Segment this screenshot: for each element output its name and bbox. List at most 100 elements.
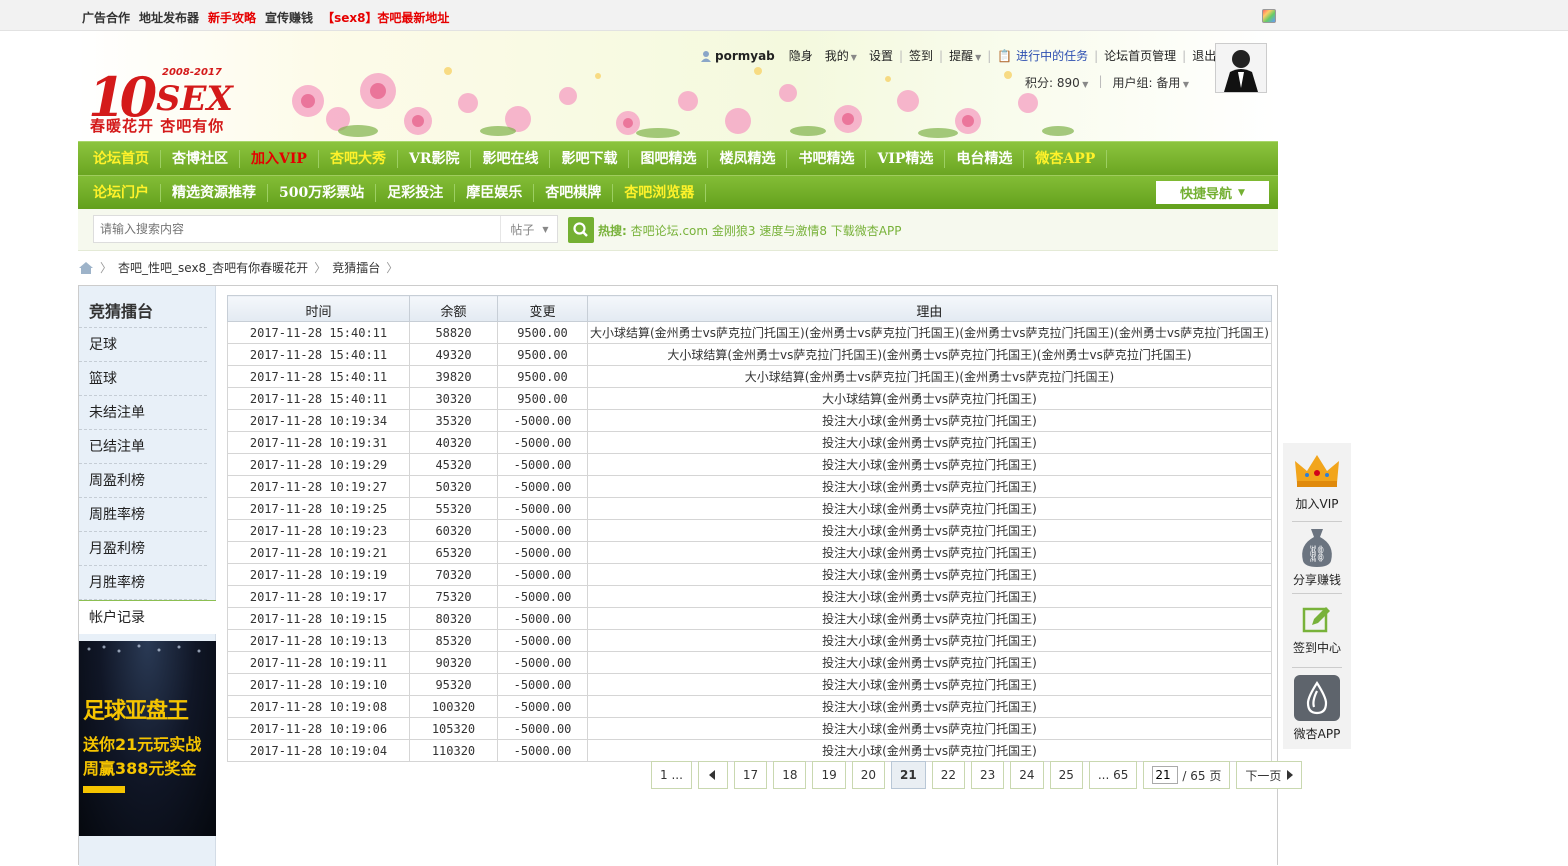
table-cell: 39820: [409, 365, 498, 388]
chevron-down-icon: ▼: [975, 53, 982, 62]
float-app[interactable]: 微杏APP: [1283, 675, 1351, 753]
invisible-link[interactable]: 隐身: [789, 47, 813, 64]
page-current[interactable]: 21: [891, 761, 926, 789]
search-button[interactable]: [568, 217, 594, 243]
main-content: 竞猜擂台 足球 篮球 未结注单 已结注单 周盈利榜 周胜率榜 月盈利榜 月胜率榜 帐户记录 足球…: [78, 285, 1303, 866]
secondary-nav-item[interactable]: 精选资源推荐: [161, 183, 268, 202]
my-menu[interactable]: 我的 ▼: [825, 47, 857, 64]
page-first[interactable]: 1 ...: [651, 761, 692, 789]
table-cell: 35320: [409, 409, 498, 432]
table-cell: 投注大小球(金州勇士vs萨克拉门托国王): [587, 717, 1272, 740]
logout-link[interactable]: 退出: [1192, 47, 1216, 64]
ad-banner[interactable]: 足球亚盘王 送你21元玩实战 周赢388元奖金: [79, 641, 216, 836]
checkin-link[interactable]: 签到: [909, 47, 933, 64]
secondary-nav-item[interactable]: 500万彩票站: [268, 183, 377, 202]
table-cell: 110320: [409, 739, 498, 762]
main-nav-item[interactable]: 楼凤精选: [708, 149, 788, 168]
avatar-image: [1216, 44, 1266, 92]
page-number[interactable]: 25: [1049, 761, 1083, 789]
page-prev-button[interactable]: [697, 761, 728, 789]
avatar[interactable]: [1215, 43, 1267, 93]
top-link[interactable]: 地址发布器: [139, 9, 199, 26]
page-next-button[interactable]: 下一页: [1236, 761, 1303, 789]
table-cell: -5000.00: [497, 519, 588, 542]
main-nav-item[interactable]: 影吧在线: [471, 149, 551, 168]
sidebar-item[interactable]: 足球: [79, 328, 207, 362]
float-share[interactable]: ⛓ 分享赚钱: [1283, 525, 1351, 603]
secondary-nav-item[interactable]: 杏吧棋牌: [534, 183, 614, 202]
home-icon[interactable]: [78, 261, 94, 275]
table-cell: -5000.00: [497, 541, 588, 564]
main-nav-item[interactable]: 电台精选: [945, 149, 1025, 168]
task-label: 进行中的任务: [1016, 49, 1089, 63]
table-cell: -5000.00: [497, 695, 588, 718]
main-nav-item[interactable]: 微杏APP: [1024, 149, 1108, 168]
page-jump-input[interactable]: [1152, 766, 1179, 784]
secondary-nav-item[interactable]: 论坛门户: [82, 183, 161, 202]
table-row: 2017-11-28 10:19:17 75320 -5000.00 投注大小球(金州…: [227, 585, 1272, 608]
table-row: 2017-11-28 10:19:21 65320 -5000.00 投注大小球(金州…: [227, 541, 1272, 564]
float-vip[interactable]: 加入VIP: [1283, 449, 1351, 527]
page-last[interactable]: ... 65: [1088, 761, 1138, 789]
sidebar-item[interactable]: 帐户记录: [79, 600, 216, 634]
sidebar-item[interactable]: 已结注单: [79, 430, 207, 464]
points-menu[interactable]: 积分: 890 ▼: [1025, 74, 1088, 91]
task-link[interactable]: 📋 进行中的任务: [997, 47, 1088, 64]
breadcrumb-forum[interactable]: 杏吧_性吧_sex8_杏吧有你春暖花开: [118, 259, 308, 276]
settings-link[interactable]: 设置: [869, 47, 893, 64]
page-number[interactable]: 23: [971, 761, 1005, 789]
rss-icon[interactable]: [1262, 9, 1276, 23]
page-number[interactable]: 18: [773, 761, 807, 789]
quick-nav-button[interactable]: 快捷导航 ▼: [1156, 181, 1269, 204]
main-nav-item[interactable]: 论坛首页: [82, 149, 161, 168]
username[interactable]: pormyab: [700, 49, 775, 63]
secondary-nav-item[interactable]: 摩臣娱乐: [455, 183, 535, 202]
table-row: 2017-11-28 10:19:13 85320 -5000.00 投注大小球(金州…: [227, 629, 1272, 652]
secondary-nav-item[interactable]: 杏吧浏览器: [613, 183, 707, 202]
notify-menu[interactable]: 提醒 ▼: [949, 47, 981, 64]
usergroup-menu[interactable]: 用户组: 备用 ▼: [1113, 74, 1190, 91]
main-nav-item[interactable]: VIP精选: [866, 149, 946, 168]
main-nav-item[interactable]: VR影院: [398, 149, 472, 168]
top-link[interactable]: 新手攻略: [208, 9, 256, 26]
top-link[interactable]: 广告合作: [82, 9, 130, 26]
chevron-right-icon: [1287, 770, 1294, 780]
page-number[interactable]: 22: [931, 761, 966, 789]
page-number[interactable]: 20: [851, 761, 886, 789]
main-nav-item[interactable]: 影吧下载: [550, 149, 630, 168]
sidebar-item[interactable]: 月胜率榜: [79, 566, 207, 600]
crown-icon: [1295, 455, 1339, 487]
secondary-nav-item[interactable]: 足彩投注: [376, 183, 456, 202]
table-cell: -5000.00: [497, 673, 588, 696]
page-number[interactable]: 17: [733, 761, 768, 789]
page-number[interactable]: 19: [812, 761, 846, 789]
table-cell: 大小球结算(金州勇士vs萨克拉门托国王): [587, 387, 1272, 410]
manage-link[interactable]: 论坛首页管理: [1104, 47, 1176, 64]
search-type-select[interactable]: 帖子 ▼: [500, 216, 558, 242]
table-cell: 2017-11-28 10:19:27: [227, 475, 410, 498]
main-nav-item[interactable]: 书吧精选: [787, 149, 867, 168]
main-nav-item[interactable]: 加入VIP: [240, 149, 319, 168]
sidebar-item[interactable]: 未结注单: [79, 396, 207, 430]
site-logo[interactable]: 10 2008-2017 SEX 春暖花开 杏吧有你: [84, 61, 254, 135]
main-nav-item[interactable]: 杏吧大秀: [319, 149, 398, 168]
divider: |: [1098, 74, 1103, 88]
table-cell: 2017-11-28 10:19:08: [227, 695, 410, 718]
table-cell: 投注大小球(金州勇士vs萨克拉门托国王): [587, 651, 1272, 674]
sidebar-item[interactable]: 月盈利榜: [79, 532, 207, 566]
main-nav-item[interactable]: 杏博社区: [161, 149, 240, 168]
sidebar-item[interactable]: 篮球: [79, 362, 207, 396]
search-input[interactable]: [94, 216, 499, 242]
page-number[interactable]: 24: [1010, 761, 1044, 789]
main-nav-item[interactable]: 图吧精选: [629, 149, 709, 168]
sidebar-item[interactable]: 周盈利榜: [79, 464, 207, 498]
breadcrumb-current[interactable]: 竞猜擂台: [332, 259, 380, 276]
sidebar-item[interactable]: 周胜率榜: [79, 498, 207, 532]
hot-search-items[interactable]: 杏吧论坛.com 金刚狼3 速度与激情8 下载微杏APP: [631, 224, 902, 238]
table-cell: 60320: [409, 519, 498, 542]
table-row: 2017-11-28 10:19:04 110320 -5000.00 投注大小球(金…: [227, 739, 1272, 762]
top-link[interactable]: 宣传赚钱: [265, 9, 313, 26]
top-link[interactable]: 【sex8】杏吧最新地址: [322, 9, 449, 26]
table-cell: 2017-11-28 10:19:06: [227, 717, 410, 740]
table-cell: 2017-11-28 15:40:11: [227, 387, 410, 410]
